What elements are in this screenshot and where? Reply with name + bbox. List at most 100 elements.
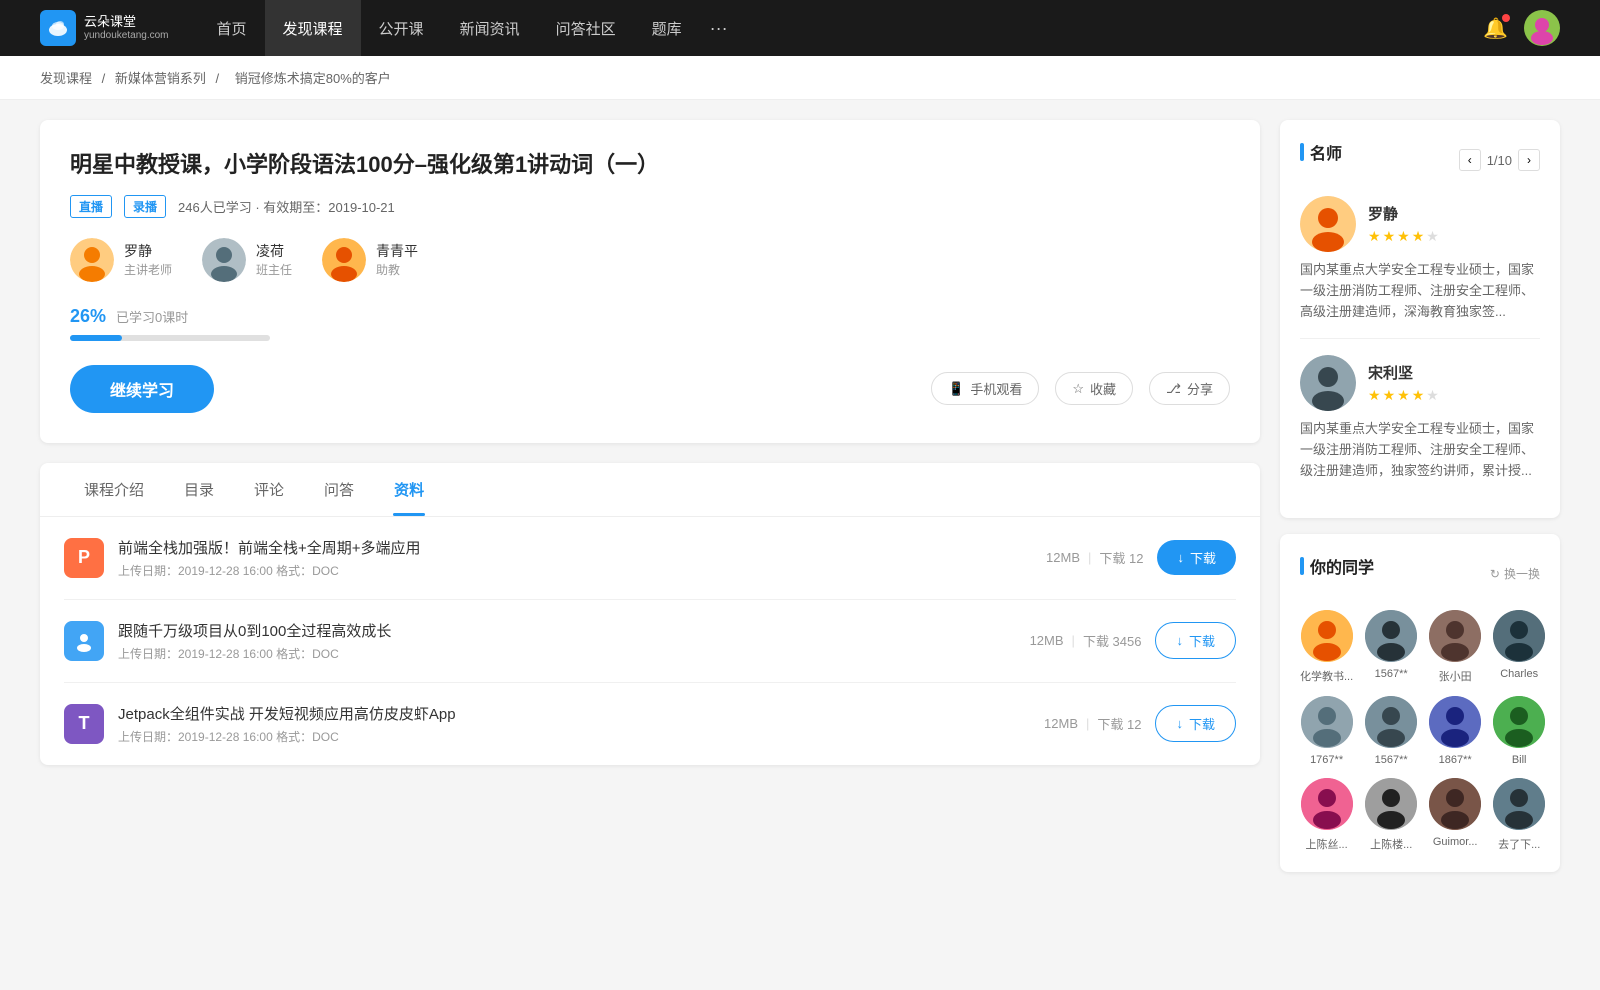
classmate-6[interactable]: 1867** xyxy=(1429,696,1481,766)
classmate-avatar-0 xyxy=(1301,610,1353,662)
pagination-nav: ‹ 1/10 › xyxy=(1459,149,1540,171)
classmate-4[interactable]: 1767** xyxy=(1300,696,1353,766)
progress-pct: 26% xyxy=(70,306,106,327)
classmate-avatar-10 xyxy=(1429,778,1481,830)
resource-date-2: 上传日期：2019-12-28 16:00 格式：DOC xyxy=(118,728,1030,745)
resource-info-0: 前端全栈加强版！前端全栈+全周期+多端应用 上传日期：2019-12-28 16… xyxy=(118,537,1032,579)
nav-open[interactable]: 公开课 xyxy=(361,0,442,56)
prev-page-button[interactable]: ‹ xyxy=(1459,149,1481,171)
classmate-7[interactable]: Bill xyxy=(1493,696,1545,766)
download-icon-2: ↓ xyxy=(1176,716,1183,731)
classmate-9[interactable]: 上陈楼... xyxy=(1365,778,1417,852)
nav-exam[interactable]: 题库 xyxy=(634,0,700,56)
notification-dot xyxy=(1502,14,1510,22)
tab-resources[interactable]: 资料 xyxy=(374,463,444,516)
resource-item-1: 跟随千万级项目从0到100全过程高效成长 上传日期：2019-12-28 16:… xyxy=(64,600,1236,683)
classmate-name-8: 上陈丝... xyxy=(1306,836,1348,852)
sidebar-teacher-1: 宋利坚 ★ ★ ★ ★ ★ 国内某重点大学安全工程专业硕士，国家一级注册消防工程… xyxy=(1300,355,1540,481)
collect-button[interactable]: ☆ 收藏 xyxy=(1055,372,1133,405)
tabs-card: 课程介绍 目录 评论 问答 资料 P 前端全栈加强版！前端全栈+全周期+多端应用… xyxy=(40,463,1260,765)
tab-catalog[interactable]: 目录 xyxy=(164,463,234,516)
tab-review[interactable]: 评论 xyxy=(234,463,304,516)
tab-qa[interactable]: 问答 xyxy=(304,463,374,516)
mobile-icon: 📱 xyxy=(948,381,964,397)
sidebar-area: 名师 ‹ 1/10 › 罗静 xyxy=(1280,120,1560,888)
course-meta: 直播 录播 246人已学习 · 有效期至：2019-10-21 xyxy=(70,195,1230,218)
action-row: 继续学习 📱 手机观看 ☆ 收藏 ⎇ 分享 xyxy=(70,365,1230,413)
resource-icon-0: P xyxy=(64,538,104,578)
classmate-name-11: 去了下... xyxy=(1498,836,1540,852)
bell-icon[interactable]: 🔔 xyxy=(1483,16,1508,41)
nav-right: 🔔 xyxy=(1483,10,1560,46)
classmate-avatar-6 xyxy=(1429,696,1481,748)
progress-bar-fill xyxy=(70,335,122,341)
classmate-name-7: Bill xyxy=(1512,754,1527,766)
refresh-button[interactable]: ↻ 换一换 xyxy=(1490,565,1540,582)
breadcrumb-discover[interactable]: 发现课程 xyxy=(40,71,92,86)
sidebar-teacher-desc-0: 国内某重点大学安全工程专业硕士，国家一级注册消防工程师、注册安全工程师、高级注册… xyxy=(1300,260,1540,322)
nav-discover[interactable]: 发现课程 xyxy=(265,0,361,56)
user-avatar-nav[interactable] xyxy=(1524,10,1560,46)
continue-button[interactable]: 继续学习 xyxy=(70,365,214,413)
classmate-avatar-1 xyxy=(1365,610,1417,662)
sidebar-teacher-avatar-0 xyxy=(1300,196,1356,252)
resource-info-2: Jetpack全组件实战 开发短视频应用高仿皮皮虾App 上传日期：2019-1… xyxy=(118,703,1030,745)
sidebar-teachers-card: 名师 ‹ 1/10 › 罗静 xyxy=(1280,120,1560,518)
nav-qa[interactable]: 问答社区 xyxy=(538,0,634,56)
classmate-8[interactable]: 上陈丝... xyxy=(1300,778,1353,852)
resource-info-1: 跟随千万级项目从0到100全过程高效成长 上传日期：2019-12-28 16:… xyxy=(118,620,1016,662)
sidebar-classmates-card: 你的同学 ↻ 换一换 化学教书... xyxy=(1280,534,1560,872)
resource-stats-0: 12MB | 下载 12 xyxy=(1046,548,1143,567)
course-meta-text: 246人已学习 · 有效期至：2019-10-21 xyxy=(178,197,395,216)
classmate-avatar-2 xyxy=(1429,610,1481,662)
classmate-avatar-8 xyxy=(1301,778,1353,830)
badge-record: 录播 xyxy=(124,195,166,218)
classmate-2[interactable]: 张小田 xyxy=(1429,610,1481,684)
course-card: 明星中教授课，小学阶段语法100分–强化级第1讲动词（一） 直播 录播 246人… xyxy=(40,120,1260,443)
classmate-name-3: Charles xyxy=(1500,668,1538,680)
sidebar-teacher-header-1: 宋利坚 ★ ★ ★ ★ ★ xyxy=(1300,355,1540,411)
classmate-avatar-4 xyxy=(1301,696,1353,748)
download-button-0[interactable]: ↓ 下载 xyxy=(1157,540,1236,575)
sidebar-teacher-stars-0: ★ ★ ★ ★ ★ xyxy=(1368,228,1439,245)
classmate-avatar-11 xyxy=(1493,778,1545,830)
sidebar-classmates-title: 你的同学 xyxy=(1300,554,1374,578)
logo[interactable]: 云朵课堂 yundouketang.com xyxy=(40,10,169,46)
resource-stats-2: 12MB | 下载 12 xyxy=(1044,714,1141,733)
resource-item-0: P 前端全栈加强版！前端全栈+全周期+多端应用 上传日期：2019-12-28 … xyxy=(64,517,1236,600)
classmate-0[interactable]: 化学教书... xyxy=(1300,610,1353,684)
classmate-11[interactable]: 去了下... xyxy=(1493,778,1545,852)
tabs-header: 课程介绍 目录 评论 问答 资料 xyxy=(40,463,1260,517)
classmate-avatar-9 xyxy=(1365,778,1417,830)
classmate-name-0: 化学教书... xyxy=(1300,668,1353,684)
sidebar-teacher-avatar-1 xyxy=(1300,355,1356,411)
teacher-item-1: 凌荷 班主任 xyxy=(202,238,292,282)
share-button[interactable]: ⎇ 分享 xyxy=(1149,372,1230,405)
classmate-3[interactable]: Charles xyxy=(1493,610,1545,684)
classmate-name-4: 1767** xyxy=(1310,754,1343,766)
progress-label: 26% 已学习0课时 xyxy=(70,306,1230,327)
nav-news[interactable]: 新闻资讯 xyxy=(442,0,538,56)
resource-list: P 前端全栈加强版！前端全栈+全周期+多端应用 上传日期：2019-12-28 … xyxy=(40,517,1260,765)
teacher-avatar-1 xyxy=(202,238,246,282)
sidebar-classmates-header: 你的同学 ↻ 换一换 xyxy=(1300,554,1540,594)
classmate-name-6: 1867** xyxy=(1439,754,1472,766)
nav-home[interactable]: 首页 xyxy=(199,0,265,56)
main-container: 明星中教授课，小学阶段语法100分–强化级第1讲动词（一） 直播 录播 246人… xyxy=(0,100,1600,908)
progress-section: 26% 已学习0课时 xyxy=(70,306,1230,341)
nav-more[interactable]: ··· xyxy=(700,0,738,56)
classmate-5[interactable]: 1567** xyxy=(1365,696,1417,766)
teacher-info-2: 青青平 助教 xyxy=(376,241,418,278)
mobile-watch-button[interactable]: 📱 手机观看 xyxy=(931,372,1039,405)
classmate-10[interactable]: Guimor... xyxy=(1429,778,1481,852)
sidebar-teacher-stars-1: ★ ★ ★ ★ ★ xyxy=(1368,387,1439,404)
download-button-1[interactable]: ↓ 下载 xyxy=(1155,622,1236,659)
breadcrumb-series[interactable]: 新媒体营销系列 xyxy=(115,71,206,86)
teachers: 罗静 主讲老师 凌荷 班主任 xyxy=(70,238,1230,282)
download-button-2[interactable]: ↓ 下载 xyxy=(1155,705,1236,742)
next-page-button[interactable]: › xyxy=(1518,149,1540,171)
progress-text: 已学习0课时 xyxy=(116,307,188,326)
classmate-1[interactable]: 1567** xyxy=(1365,610,1417,684)
resource-name-2: Jetpack全组件实战 开发短视频应用高仿皮皮虾App xyxy=(118,703,1030,724)
tab-intro[interactable]: 课程介绍 xyxy=(64,463,164,516)
